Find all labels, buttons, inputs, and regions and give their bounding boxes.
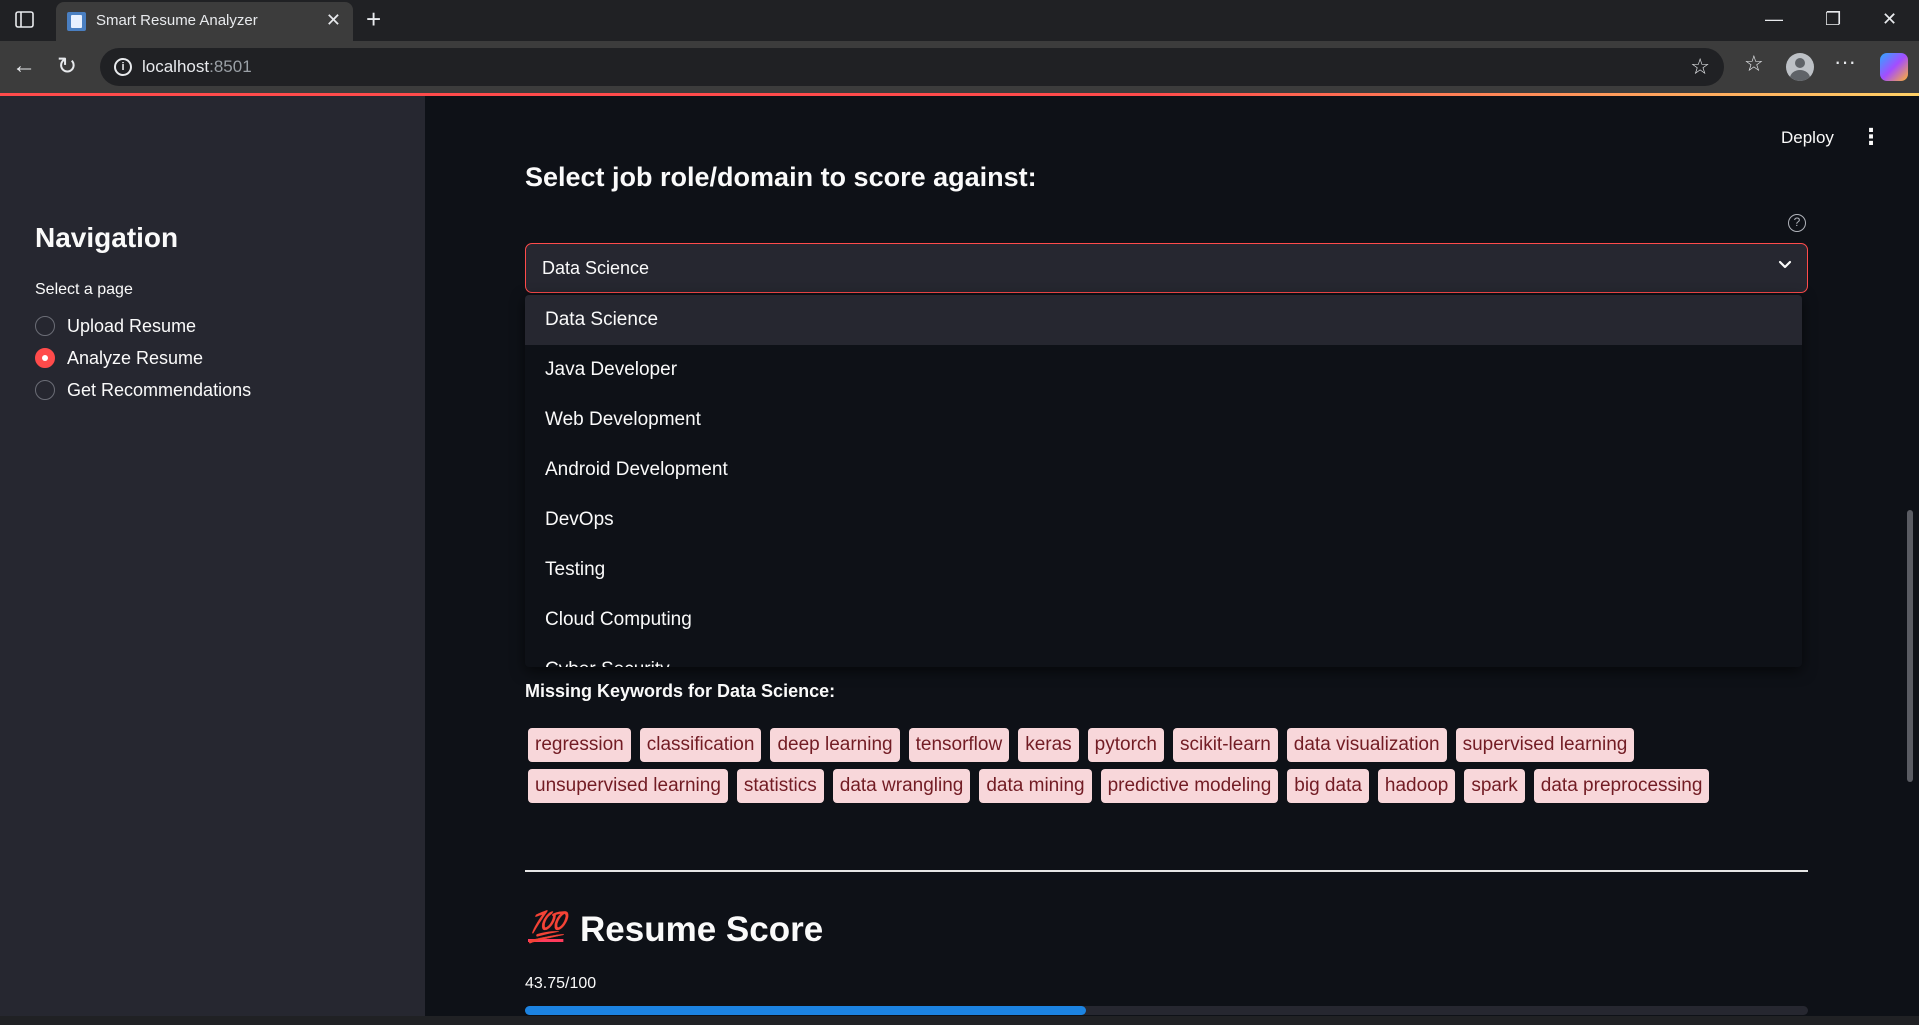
keyword-chip: spark <box>1464 769 1525 803</box>
keyword-chip: scikit-learn <box>1172 728 1278 762</box>
keyword-chip: classification <box>639 728 762 762</box>
help-icon[interactable]: ? <box>1788 214 1806 232</box>
score-progress-bar <box>525 1006 1808 1015</box>
address-bar: ← ↻ i localhost:8501 ☆ ☆ ··· <box>0 41 1919 93</box>
option-cloud-computing[interactable]: Cloud Computing <box>525 595 1802 645</box>
browser-tabbar: Smart Resume Analyzer ✕ + — ❐ ✕ <box>0 0 1919 41</box>
missing-keywords-title: Missing Keywords for Data Science: <box>525 681 836 701</box>
radio-label: Upload Resume <box>67 315 197 336</box>
keyword-chip: deep learning <box>770 728 900 762</box>
radio-checked-icon[interactable] <box>35 348 55 368</box>
keyword-chip: unsupervised learning <box>528 769 728 803</box>
select-dropdown: Data Science Java Developer Web Developm… <box>525 295 1802 667</box>
tab-title: Smart Resume Analyzer <box>96 12 258 29</box>
profile-icon[interactable] <box>1786 53 1814 81</box>
radio-group-label: Select a page <box>35 281 133 298</box>
job-role-select[interactable]: Data Science <box>525 243 1808 293</box>
option-data-science[interactable]: Data Science <box>525 295 1802 345</box>
keyword-chip: predictive modeling <box>1100 769 1279 803</box>
score-value: 43.75/100 <box>525 975 597 992</box>
radio-label: Analyze Resume <box>67 347 204 368</box>
sidebar-title: Navigation <box>35 222 179 253</box>
restore-icon[interactable]: ❐ <box>1825 9 1841 30</box>
radio-get-recommendations[interactable]: Get Recommendations <box>35 376 251 404</box>
radio-unchecked-icon[interactable] <box>35 316 55 336</box>
browser-tab[interactable]: Smart Resume Analyzer ✕ <box>56 2 353 41</box>
minimize-icon[interactable]: — <box>1765 9 1783 30</box>
keyword-chip: statistics <box>736 769 824 803</box>
radio-unchecked-icon[interactable] <box>35 380 55 400</box>
keyword-chip: hadoop <box>1377 769 1456 803</box>
sidebar-toggle-icon[interactable] <box>14 10 36 30</box>
new-tab-icon[interactable]: + <box>366 4 381 35</box>
option-android-development[interactable]: Android Development <box>525 445 1802 495</box>
option-testing[interactable]: Testing <box>525 545 1802 595</box>
keyword-chip: tensorflow <box>908 728 1010 762</box>
star-icon[interactable]: ☆ <box>1690 54 1710 80</box>
keyword-chip: data visualization <box>1286 728 1447 762</box>
section-title: Select job role/domain to score against: <box>525 162 1037 192</box>
info-icon[interactable]: i <box>114 58 132 76</box>
missing-keywords-list: regression classification deep learning … <box>525 728 1815 803</box>
option-java-developer[interactable]: Java Developer <box>525 345 1802 395</box>
scrollbar[interactable] <box>1907 510 1913 782</box>
option-cyber-security[interactable]: Cyber Security <box>525 645 1802 667</box>
back-icon[interactable]: ← <box>12 52 36 80</box>
radio-label: Get Recommendations <box>67 379 252 400</box>
select-value: Data Science <box>542 258 650 278</box>
score-progress-fill <box>525 1006 1087 1015</box>
reload-icon[interactable]: ↻ <box>57 52 77 81</box>
keyword-chip: pytorch <box>1087 728 1164 762</box>
hundred-points-icon: 💯 <box>528 911 565 944</box>
keyword-chip: regression <box>528 728 631 762</box>
more-icon[interactable]: ··· <box>1834 49 1856 75</box>
keyword-chip: keras <box>1018 728 1079 762</box>
url-text[interactable]: localhost:8501 <box>142 57 252 77</box>
score-heading: Resume Score <box>580 910 824 949</box>
window-close-icon[interactable]: ✕ <box>1882 9 1897 30</box>
keyword-chip: data wrangling <box>832 769 971 803</box>
tab-favicon <box>67 12 86 31</box>
radio-upload-resume[interactable]: Upload Resume <box>35 312 196 340</box>
option-web-development[interactable]: Web Development <box>525 395 1802 445</box>
url-bar[interactable]: i localhost:8501 ☆ <box>100 48 1724 86</box>
favorites-icon[interactable]: ☆ <box>1744 51 1764 77</box>
keyword-chip: data preprocessing <box>1533 769 1710 803</box>
main-menu-icon[interactable]: ⋮ <box>1860 124 1882 150</box>
chevron-down-icon[interactable] <box>1777 256 1793 277</box>
radio-analyze-resume[interactable]: Analyze Resume <box>35 344 203 372</box>
window-bottom-edge <box>0 1016 1919 1025</box>
deploy-button[interactable]: Deploy <box>1781 128 1834 148</box>
option-devops[interactable]: DevOps <box>525 495 1802 545</box>
copilot-icon[interactable] <box>1880 53 1908 81</box>
close-icon[interactable]: ✕ <box>326 10 341 31</box>
keyword-chip: supervised learning <box>1455 728 1635 762</box>
keyword-chip: big data <box>1287 769 1369 803</box>
section-divider <box>525 870 1808 872</box>
keyword-chip: data mining <box>979 769 1092 803</box>
